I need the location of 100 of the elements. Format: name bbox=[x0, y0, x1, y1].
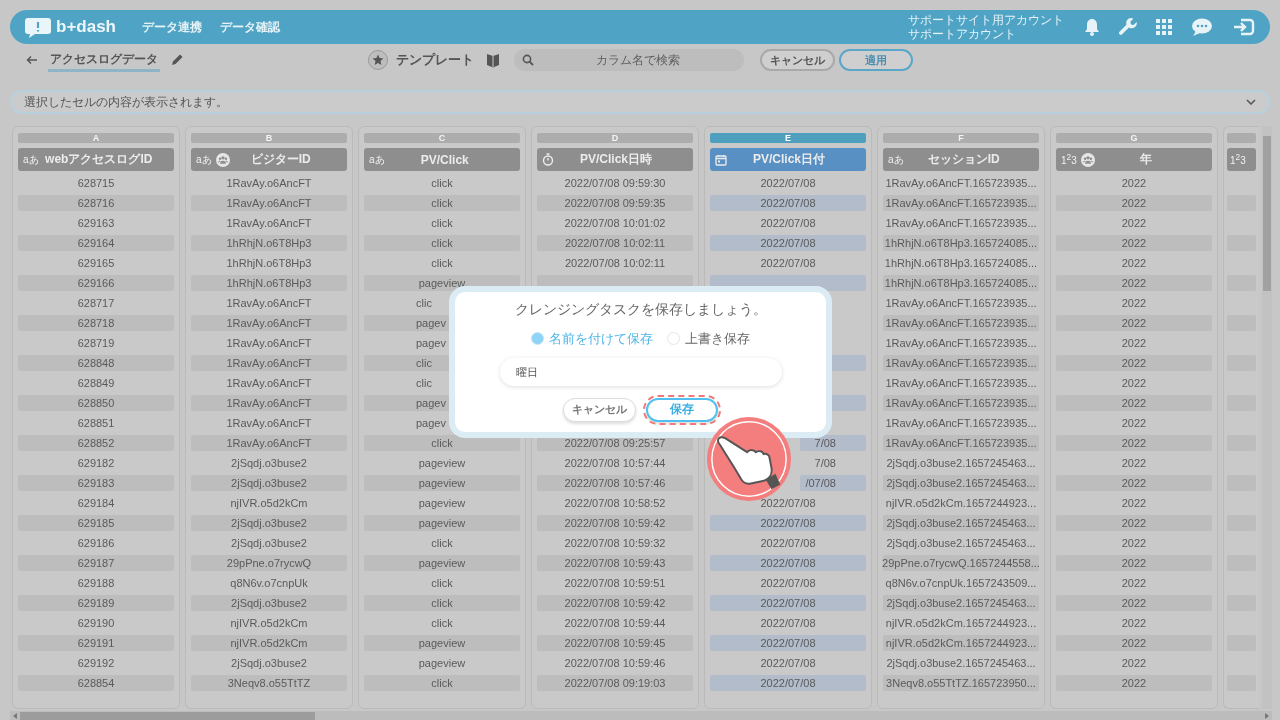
table-cell[interactable]: 29pPne.o7rycwQ.1657244558... bbox=[883, 555, 1039, 571]
table-cell[interactable]: 1hRhjN.o6T8Hp3 bbox=[191, 235, 347, 251]
table-cell[interactable]: 2022/07/08 bbox=[710, 655, 866, 671]
table-cell[interactable]: 629192 bbox=[18, 655, 174, 671]
table-cell[interactable]: 3Neqv8.o55TtTZ.165723950... bbox=[883, 675, 1039, 691]
table-cell[interactable]: 2022/07/08 bbox=[710, 595, 866, 611]
table-cell[interactable]: 1RavAy.o6AncFT bbox=[191, 395, 347, 411]
radio-option[interactable]: 上書き保存 bbox=[667, 329, 750, 347]
table-cell[interactable]: 2022/07/08 10:59:51 bbox=[537, 575, 693, 591]
table-cell[interactable]: 1RavAy.o6AncFT.165723935... bbox=[883, 395, 1039, 411]
cancel-button[interactable]: キャンセル bbox=[760, 49, 835, 71]
table-cell[interactable]: pageview bbox=[364, 515, 520, 531]
table-cell[interactable]: 2022 bbox=[1056, 295, 1212, 311]
table-cell[interactable]: 1RavAy.o6AncFT bbox=[191, 435, 347, 451]
column-letter[interactable]: F bbox=[883, 133, 1039, 143]
table-cell[interactable]: 628848 bbox=[18, 355, 174, 371]
table-cell[interactable]: 2022 bbox=[1056, 215, 1212, 231]
table-cell[interactable]: njIVR.o5d2kCm.1657244923... bbox=[883, 635, 1039, 651]
table-cell[interactable]: 2022/07/08 10:02:11 bbox=[537, 235, 693, 251]
table-cell[interactable]: 7/08 bbox=[800, 435, 866, 451]
table-cell[interactable]: 629187 bbox=[18, 555, 174, 571]
table-cell[interactable]: 2022/07/08 10:57:46 bbox=[537, 475, 693, 491]
table-cell[interactable]: 2022 bbox=[1056, 175, 1212, 191]
table-cell[interactable]: 628850 bbox=[18, 395, 174, 411]
vertical-scrollbar[interactable] bbox=[1262, 126, 1272, 709]
table-cell[interactable]: 629189 bbox=[18, 595, 174, 611]
star-button[interactable] bbox=[368, 50, 388, 70]
table-cell[interactable]: 2022/07/08 10:01:02 bbox=[537, 215, 693, 231]
apply-button[interactable]: 適用 bbox=[839, 49, 913, 71]
column-letter[interactable]: E bbox=[710, 133, 866, 143]
table-cell[interactable]: 1RavAy.o6AncFT.165723935... bbox=[883, 175, 1039, 191]
table-cell[interactable]: 628717 bbox=[18, 295, 174, 311]
table-cell[interactable]: click bbox=[364, 675, 520, 691]
table-cell[interactable]: 629186 bbox=[18, 535, 174, 551]
table-cell[interactable]: 2022 bbox=[1056, 655, 1212, 671]
table-cell[interactable]: click bbox=[364, 435, 520, 451]
radio-option[interactable]: 名前を付けて保存 bbox=[531, 329, 653, 347]
book-icon[interactable] bbox=[486, 52, 500, 68]
table-cell[interactable]: 1hRhjN.o6T8Hp3 bbox=[191, 255, 347, 271]
table-cell[interactable]: 1RavAy.o6AncFT bbox=[191, 195, 347, 211]
table-cell[interactable]: 2022/07/08 bbox=[710, 495, 866, 511]
table-cell[interactable]: 2022/07/08 10:59:45 bbox=[537, 635, 693, 651]
table-cell[interactable]: click bbox=[364, 235, 520, 251]
table-cell[interactable]: 629183 bbox=[18, 475, 174, 491]
table-cell[interactable]: click bbox=[364, 575, 520, 591]
table-cell[interactable]: 2022/07/08 10:59:42 bbox=[537, 595, 693, 611]
table-cell[interactable]: 2022 bbox=[1056, 355, 1212, 371]
table-cell[interactable]: 2022/07/08 bbox=[710, 615, 866, 631]
table-cell[interactable]: 2022/07/08 10:59:42 bbox=[537, 515, 693, 531]
table-cell[interactable]: 2022/07/08 bbox=[710, 555, 866, 571]
table-cell[interactable]: 1RavAy.o6AncFT.165723935... bbox=[883, 435, 1039, 451]
table-cell[interactable]: 628854 bbox=[18, 675, 174, 691]
table-cell[interactable]: 628718 bbox=[18, 315, 174, 331]
table-cell[interactable]: 2jSqdj.o3buse2 bbox=[191, 475, 347, 491]
column-header[interactable]: aあ webアクセスログID bbox=[18, 148, 174, 171]
menu-item[interactable]: データ確認 bbox=[220, 18, 280, 36]
table-cell[interactable]: 2jSqdj.o3buse2 bbox=[191, 515, 347, 531]
table-cell[interactable]: 1RavAy.o6AncFT bbox=[191, 175, 347, 191]
table-cell[interactable]: 2022/07/08 10:57:44 bbox=[537, 455, 693, 471]
table-cell[interactable]: njIVR.o5d2kCm.1657244923... bbox=[883, 615, 1039, 631]
table-cell[interactable]: 629163 bbox=[18, 215, 174, 231]
logout-icon[interactable] bbox=[1232, 17, 1256, 37]
table-cell[interactable]: 628852 bbox=[18, 435, 174, 451]
wrench-icon[interactable] bbox=[1118, 17, 1138, 37]
table-cell[interactable]: 2022/07/08 bbox=[710, 255, 866, 271]
table-cell[interactable]: 1RavAy.o6AncFT bbox=[191, 315, 347, 331]
name-field[interactable]: 曜日 bbox=[499, 358, 782, 387]
table-cell[interactable]: 1RavAy.o6AncFT.165723935... bbox=[883, 195, 1039, 211]
table-cell[interactable]: 2jSqdj.o3buse2 bbox=[191, 595, 347, 611]
table-cell[interactable]: 2022 bbox=[1056, 275, 1212, 291]
table-cell[interactable]: 2022/07/08 09:19:03 bbox=[537, 675, 693, 691]
table-cell[interactable]: 2jSqdj.o3buse2.1657245463... bbox=[883, 515, 1039, 531]
table-cell[interactable]: 2022/07/08 bbox=[710, 175, 866, 191]
table-cell[interactable]: 2022 bbox=[1056, 515, 1212, 531]
column-letter[interactable]: G bbox=[1056, 133, 1212, 143]
grid-icon[interactable] bbox=[1156, 19, 1172, 35]
table-cell[interactable]: 2022/07/08 10:59:46 bbox=[537, 655, 693, 671]
table-cell[interactable]: 2022/07/08 09:59:35 bbox=[537, 195, 693, 211]
table-cell[interactable]: 628851 bbox=[18, 415, 174, 431]
table-cell[interactable]: 629191 bbox=[18, 635, 174, 651]
table-cell[interactable]: 2022/07/08 10:59:32 bbox=[537, 535, 693, 551]
column-header[interactable]: aあ ビジターID bbox=[191, 148, 347, 171]
table-cell[interactable]: 2022 bbox=[1056, 195, 1212, 211]
table-cell[interactable]: 1RavAy.o6AncFT bbox=[191, 215, 347, 231]
table-cell[interactable]: q8N6v.o7cnpUk bbox=[191, 575, 347, 591]
table-cell[interactable]: /07/08 bbox=[800, 475, 866, 491]
table-cell[interactable]: 629184 bbox=[18, 495, 174, 511]
table-cell[interactable]: 1hRhjN.o6T8Hp3.165724085... bbox=[883, 235, 1039, 251]
table-cell[interactable]: click bbox=[364, 615, 520, 631]
save-button[interactable]: 保存 bbox=[646, 397, 718, 422]
table-cell[interactable]: 2022 bbox=[1056, 495, 1212, 511]
table-cell[interactable]: click bbox=[364, 255, 520, 271]
bell-icon[interactable] bbox=[1084, 18, 1100, 36]
column-header[interactable]: PV/Click日時 bbox=[537, 148, 693, 171]
table-cell[interactable]: pageview bbox=[364, 475, 520, 491]
table-cell[interactable]: 629188 bbox=[18, 575, 174, 591]
column-header[interactable]: aあ PV/Click bbox=[364, 148, 520, 171]
table-cell[interactable]: 1RavAy.o6AncFT bbox=[191, 335, 347, 351]
table-cell[interactable]: 2022/07/08 10:59:44 bbox=[537, 615, 693, 631]
table-cell[interactable]: 2022 bbox=[1056, 395, 1212, 411]
